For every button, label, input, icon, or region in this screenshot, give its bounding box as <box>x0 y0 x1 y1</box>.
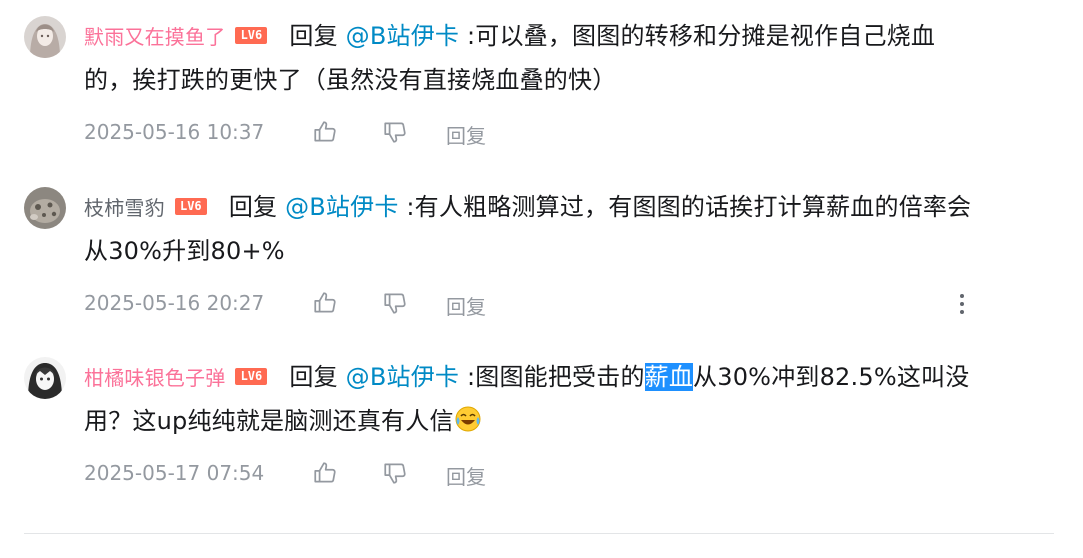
avatar[interactable] <box>24 187 66 229</box>
reply-meta: 2025-05-16 10:37 回复 <box>84 112 984 152</box>
reply-text-line2: 用？这up纯纯就是脑测还真有人信 <box>84 407 454 435</box>
reply-button[interactable]: 回复 <box>446 120 486 149</box>
laughing-crying-emoji-icon <box>454 404 482 432</box>
reply-text: :有人粗略测算过，有图图的话挨打计算薪血的倍率会 <box>398 193 972 221</box>
thumbs-down-icon[interactable] <box>382 290 408 321</box>
reply-time: 2025-05-16 10:37 <box>84 120 265 144</box>
divider <box>24 533 1054 534</box>
thumbs-up-icon[interactable] <box>312 119 338 150</box>
level-badge: LV6 <box>174 197 207 215</box>
reply-text: :可以叠，图图的转移和分摊是视作自己烧血 <box>459 22 936 50</box>
username[interactable]: 默雨又在摸鱼了 <box>84 25 225 49</box>
reply-prefix: 回复 <box>289 22 338 50</box>
mention-link[interactable]: @B站伊卡 <box>346 22 459 50</box>
reply-content: 默雨又在摸鱼了 LV6 回复 @B站伊卡 :可以叠，图图的转移和分摊是视作自己烧血的… <box>84 15 1044 102</box>
reply-text-after: 从30%冲到82.5%这叫没 <box>693 363 970 391</box>
reply-text-line2: 的，挨打跌的更快了（虽然没有直接烧血叠的快） <box>84 66 617 94</box>
mention-link[interactable]: @B站伊卡 <box>285 193 398 221</box>
reply-content: 枝柿雪豹 LV6 回复 @B站伊卡 :有人粗略测算过，有图图的话挨打计算薪血的倍率会… <box>84 186 1044 273</box>
avatar[interactable] <box>24 16 66 58</box>
reply-prefix: 回复 <box>228 193 278 221</box>
reply-button[interactable]: 回复 <box>446 461 486 490</box>
level-badge: LV6 <box>235 367 268 385</box>
reply-text-line2: 从30%升到80+% <box>84 237 285 265</box>
reply-meta: 2025-05-16 20:27 回复 <box>84 283 984 323</box>
reply-meta: 2025-05-17 07:54 回复 <box>84 453 984 493</box>
level-badge: LV6 <box>235 26 268 44</box>
thumbs-down-icon[interactable] <box>382 460 408 491</box>
thumbs-up-icon[interactable] <box>312 290 338 321</box>
reply-text: :图图能把受击的 <box>459 363 645 391</box>
reply-item: 柑橘味银色子弹 LV6 回复 @B站伊卡 :图图能把受击的薪血从30%冲到82.5%… <box>0 340 1083 510</box>
reply-item: 默雨又在摸鱼了 LV6 回复 @B站伊卡 :可以叠，图图的转移和分摊是视作自己烧血的… <box>0 0 1083 170</box>
reply-item: 枝柿雪豹 LV6 回复 @B站伊卡 :有人粗略测算过，有图图的话挨打计算薪血的倍率会… <box>0 170 1083 340</box>
thumbs-down-icon[interactable] <box>382 119 408 150</box>
username[interactable]: 柑橘味银色子弹 <box>84 366 225 390</box>
thumbs-up-icon[interactable] <box>312 460 338 491</box>
mention-link[interactable]: @B站伊卡 <box>346 363 459 391</box>
reply-button[interactable]: 回复 <box>446 291 486 320</box>
reply-time: 2025-05-16 20:27 <box>84 291 265 315</box>
username[interactable]: 枝柿雪豹 <box>84 196 165 220</box>
reply-content: 柑橘味银色子弹 LV6 回复 @B站伊卡 :图图能把受击的薪血从30%冲到82.5%… <box>84 356 1044 443</box>
more-vertical-icon[interactable] <box>948 289 976 319</box>
highlighted-keyword[interactable]: 薪血 <box>644 363 694 391</box>
reply-prefix: 回复 <box>289 363 338 391</box>
reply-time: 2025-05-17 07:54 <box>84 461 265 485</box>
avatar[interactable] <box>24 357 66 399</box>
